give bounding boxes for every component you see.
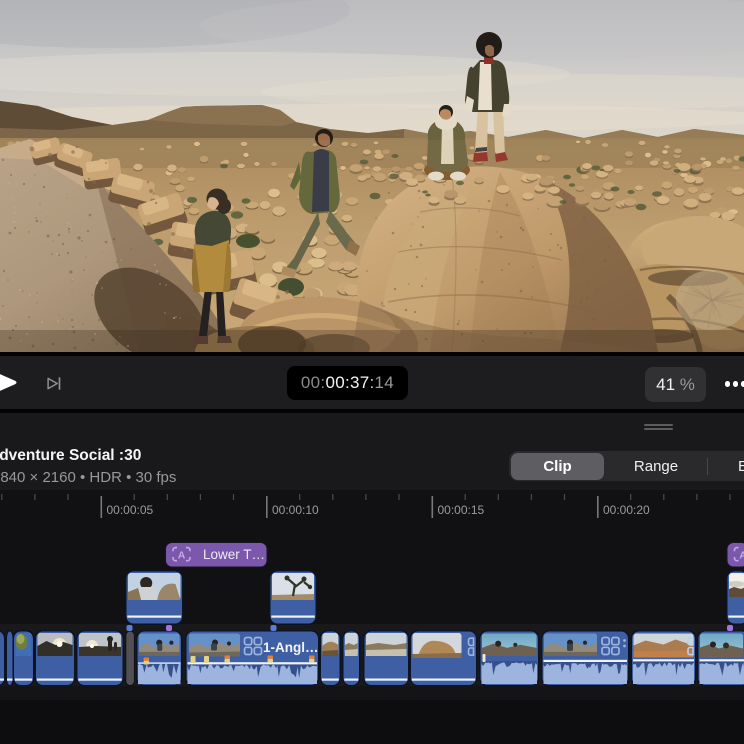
svg-text:1-Angl…: 1-Angl… [263,640,319,655]
svg-text:A: A [739,550,744,562]
svg-text:00:00:20: 00:00:20 [603,503,650,517]
svg-text:A: A [178,550,186,562]
svg-text:00:00:15: 00:00:15 [438,503,485,517]
svg-text:00:00:05: 00:00:05 [107,503,154,517]
svg-text:00:00:10: 00:00:10 [272,503,319,517]
svg-text:Lower T…: Lower T… [203,547,265,562]
